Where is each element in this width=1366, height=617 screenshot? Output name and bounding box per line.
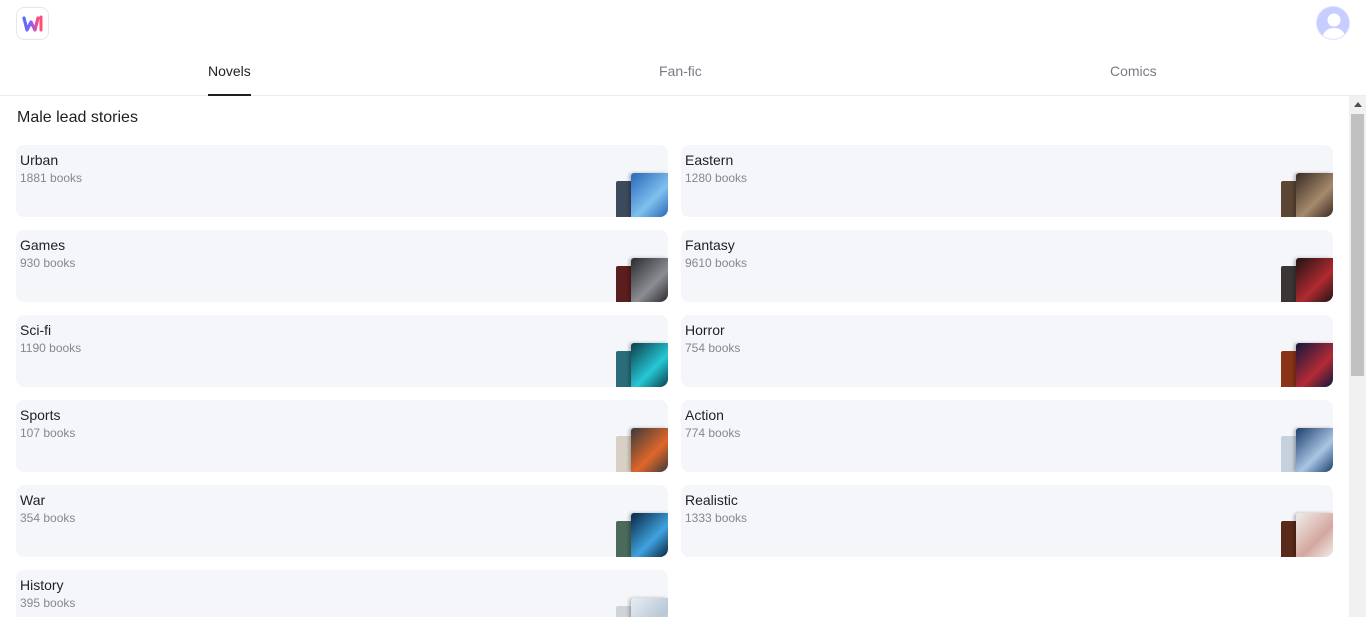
book-cover-front <box>1296 173 1333 217</box>
scrollbar-thumb[interactable] <box>1351 114 1364 376</box>
cover-stack <box>1281 258 1333 302</box>
avatar-silhouette <box>1317 7 1349 39</box>
book-cover-back <box>616 181 632 217</box>
category-card[interactable]: Eastern 1280 books <box>681 145 1333 217</box>
book-cover-back <box>616 351 632 387</box>
category-book-count: 1881 books <box>20 171 83 185</box>
category-name: Games <box>20 237 66 253</box>
book-cover-back <box>616 436 632 472</box>
book-cover-back <box>1281 351 1297 387</box>
cover-stack <box>616 428 668 472</box>
category-book-count: 354 books <box>20 511 76 525</box>
book-cover-back <box>1281 266 1297 302</box>
category-name: Realistic <box>685 492 738 508</box>
category-book-count: 1333 books <box>685 511 748 525</box>
category-name: History <box>20 577 64 593</box>
main-content: Male lead stories Urban 1881 books Eastern… <box>0 96 1349 617</box>
brand-logo-glyph <box>21 15 42 32</box>
cover-stack <box>616 598 668 617</box>
category-name: Action <box>685 407 724 423</box>
cover-stack <box>616 343 668 387</box>
category-name: War <box>20 492 46 508</box>
cover-stack <box>616 513 668 557</box>
book-cover-back <box>1281 181 1297 217</box>
category-card[interactable]: Sci-fi 1190 books <box>16 315 668 387</box>
category-card[interactable]: History 395 books <box>16 570 668 617</box>
category-book-count: 930 books <box>20 256 76 270</box>
category-book-count: 107 books <box>20 426 76 440</box>
cover-stack <box>1281 173 1333 217</box>
category-name: Horror <box>685 322 725 338</box>
category-card[interactable]: Action 774 books <box>681 400 1333 472</box>
category-book-count: 1280 books <box>685 171 748 185</box>
book-cover-back <box>616 266 632 302</box>
cover-stack <box>1281 513 1333 557</box>
book-cover-front <box>631 428 668 472</box>
category-card[interactable]: Fantasy 9610 books <box>681 230 1333 302</box>
category-name: Eastern <box>685 152 734 168</box>
book-cover-front <box>631 513 668 557</box>
category-book-count: 774 books <box>685 426 741 440</box>
category-tabs: Novels Fan-fic Comics <box>0 48 1366 96</box>
scroll-up-arrow-icon[interactable] <box>1349 96 1366 113</box>
cover-stack <box>616 173 668 217</box>
brand-logo-icon[interactable] <box>16 7 49 40</box>
category-card[interactable]: Sports 107 books <box>16 400 668 472</box>
tab-novels[interactable]: Novels <box>208 63 251 79</box>
book-cover-front <box>1296 258 1333 302</box>
book-cover-front <box>631 258 668 302</box>
book-cover-front <box>1296 428 1333 472</box>
book-cover-back <box>616 521 632 557</box>
category-book-count: 9610 books <box>685 256 748 270</box>
category-card[interactable]: Realistic 1333 books <box>681 485 1333 557</box>
vertical-scrollbar[interactable] <box>1349 96 1366 617</box>
cover-stack <box>1281 428 1333 472</box>
tab-fan-fic[interactable]: Fan-fic <box>659 63 702 79</box>
category-card[interactable]: Horror 754 books <box>681 315 1333 387</box>
book-cover-front <box>631 343 668 387</box>
category-name: Urban <box>20 152 59 168</box>
section-title: Male lead stories <box>17 109 138 126</box>
category-card[interactable]: Urban 1881 books <box>16 145 668 217</box>
book-cover-front <box>631 173 668 217</box>
category-card[interactable]: Games 930 books <box>16 230 668 302</box>
category-name: Sports <box>20 407 61 423</box>
category-name: Fantasy <box>685 237 735 253</box>
book-cover-front <box>631 598 668 617</box>
user-avatar-icon[interactable] <box>1316 6 1350 40</box>
cover-stack <box>1281 343 1333 387</box>
tab-comics[interactable]: Comics <box>1110 63 1157 79</box>
category-book-count: 395 books <box>20 596 76 610</box>
category-book-count: 754 books <box>685 341 741 355</box>
book-cover-back <box>1281 436 1297 472</box>
category-card[interactable]: War 354 books <box>16 485 668 557</box>
book-cover-back <box>1281 521 1297 557</box>
book-cover-back <box>616 606 632 617</box>
book-cover-front <box>1296 513 1333 557</box>
cover-stack <box>616 258 668 302</box>
category-name: Sci-fi <box>20 322 52 338</box>
category-book-count: 1190 books <box>20 341 82 355</box>
top-bar <box>0 0 1366 48</box>
book-cover-front <box>1296 343 1333 387</box>
